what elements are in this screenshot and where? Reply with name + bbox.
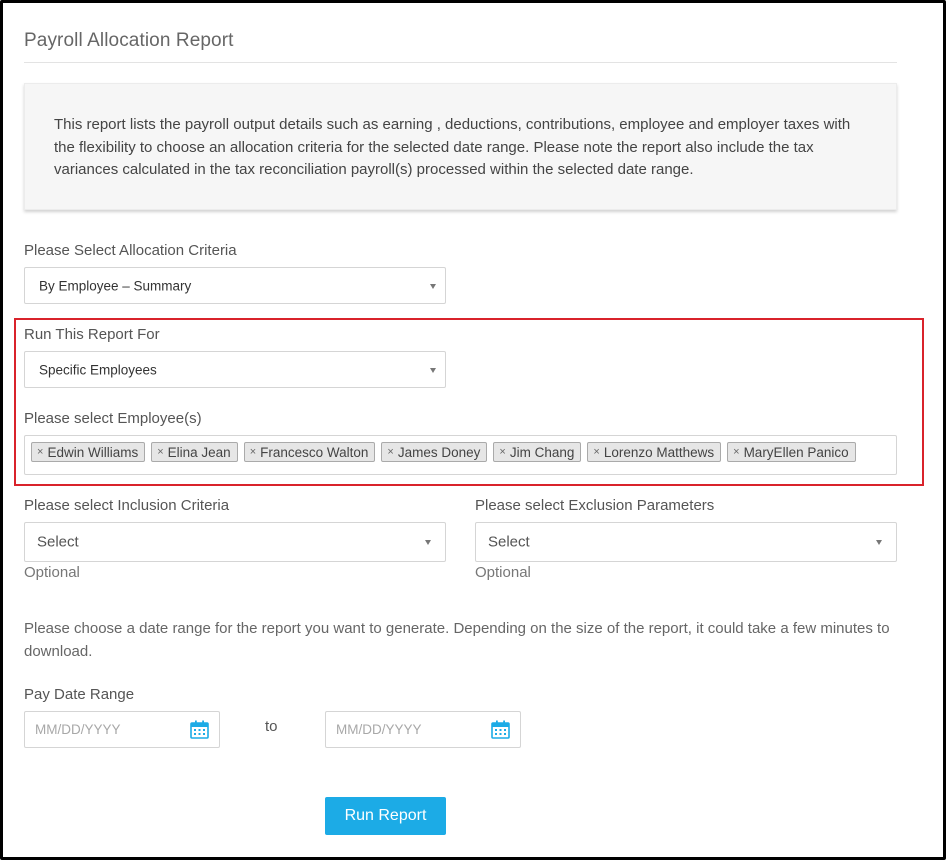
caret-down-icon [425, 540, 431, 545]
report-description: This report lists the payroll output det… [54, 116, 851, 178]
employee-tag: × Francesco Walton [243, 442, 376, 462]
from-date-field[interactable]: MM/DD/YYYY [24, 711, 220, 748]
remove-tag-icon[interactable]: × [499, 446, 505, 458]
caret-down-icon [430, 283, 436, 289]
employee-tag: × James Doney [381, 442, 488, 462]
run-report-button[interactable]: Run Report [325, 797, 446, 835]
employee-tag-label: Jim Chang [509, 444, 575, 460]
employee-tag-label: Francesco Walton [260, 444, 369, 460]
page-title: Payroll Allocation Report [24, 30, 234, 51]
remove-tag-icon[interactable]: × [593, 446, 599, 458]
allocation-criteria-label: Please Select Allocation Criteria [24, 242, 237, 259]
caret-down-icon [876, 540, 882, 545]
date-range-helper-text: Please choose a date range for the repor… [24, 620, 890, 660]
caret-down-icon [430, 367, 436, 373]
remove-tag-icon[interactable]: × [250, 446, 256, 458]
employee-tag-label: Edwin Williams [47, 444, 139, 460]
to-date-placeholder: MM/DD/YYYY [336, 722, 422, 737]
remove-tag-icon[interactable]: × [733, 446, 739, 458]
report-description-box: This report lists the payroll output det… [24, 83, 897, 210]
exclusion-parameters-label: Please select Exclusion Parameters [475, 497, 715, 514]
remove-tag-icon[interactable]: × [387, 446, 393, 458]
calendar-icon[interactable] [491, 720, 510, 739]
employee-tag-list: × Edwin Williams × Elina Jean × Francesco W… [31, 442, 856, 462]
employee-tag-label: James Doney [397, 444, 481, 460]
employee-tag-label: Lorenzo Matthews [603, 444, 715, 460]
employee-tag: × Jim Chang [493, 442, 582, 462]
allocation-criteria-value: By Employee – Summary [39, 278, 192, 293]
inclusion-criteria-value: Select [37, 533, 79, 551]
run-for-select[interactable]: Specific Employees [24, 351, 446, 388]
exclusion-parameters-value: Select [488, 533, 530, 551]
employee-tag-label: MaryEllen Panico [743, 444, 849, 460]
pay-date-range-label: Pay Date Range [24, 686, 135, 703]
remove-tag-icon[interactable]: × [157, 446, 163, 458]
allocation-criteria-select[interactable]: By Employee – Summary [24, 267, 446, 304]
title-divider [24, 62, 897, 63]
inclusion-optional-hint: Optional [24, 564, 80, 581]
exclusion-parameters-select[interactable]: Select [475, 522, 897, 562]
employee-tag: × Edwin Williams [31, 442, 146, 462]
inclusion-criteria-label: Please select Inclusion Criteria [24, 497, 230, 514]
inclusion-criteria-select[interactable]: Select [24, 522, 446, 562]
remove-tag-icon[interactable]: × [37, 446, 43, 458]
exclusion-optional-hint: Optional [475, 564, 531, 581]
date-range-to-label: to [265, 718, 278, 735]
run-for-value: Specific Employees [39, 362, 157, 377]
run-for-label: Run This Report For [24, 326, 160, 343]
employee-tag: × Lorenzo Matthews [587, 442, 722, 462]
employee-tag-label: Elina Jean [167, 444, 231, 460]
calendar-icon[interactable] [190, 720, 209, 739]
to-date-field[interactable]: MM/DD/YYYY [325, 711, 521, 748]
from-date-placeholder: MM/DD/YYYY [35, 722, 121, 737]
employee-tag: × MaryEllen Panico [727, 442, 856, 462]
employees-label: Please select Employee(s) [24, 410, 202, 427]
employee-tag: × Elina Jean [151, 442, 238, 462]
employees-multiselect[interactable]: × Edwin Williams × Elina Jean × Francesco W… [24, 435, 897, 475]
